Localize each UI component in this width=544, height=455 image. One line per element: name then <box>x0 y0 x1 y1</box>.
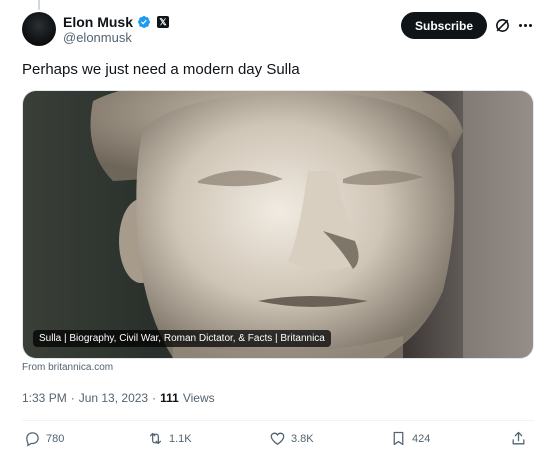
tweet-text: Perhaps we just need a modern day Sulla <box>22 61 300 78</box>
author-display-name[interactable]: Elon Musk <box>63 14 133 30</box>
x-affiliate-icon[interactable]: 𝕏 <box>157 16 170 28</box>
heart-icon <box>270 432 285 445</box>
tweet-time[interactable]: 1:33 PM <box>22 391 67 405</box>
like-count: 3.8K <box>291 432 314 445</box>
verified-badge-icon[interactable] <box>137 15 151 29</box>
meta-separator: · <box>70 391 75 405</box>
share-icon <box>512 431 525 445</box>
repost-count: 1.1K <box>169 432 192 445</box>
views-label: Views <box>182 391 215 405</box>
author-handle[interactable]: @elonmusk <box>63 30 132 45</box>
bookmark-icon <box>393 431 404 446</box>
bookmark-button[interactable]: 424 <box>390 430 430 447</box>
like-button[interactable]: 3.8K <box>269 430 314 447</box>
divider <box>22 420 534 421</box>
card-source-link[interactable]: From britannica.com <box>22 362 113 373</box>
reply-button[interactable]: 780 <box>24 430 64 447</box>
avatar[interactable] <box>22 12 56 46</box>
grok-icon[interactable] <box>494 17 511 34</box>
reply-icon <box>26 432 39 447</box>
card-caption: Sulla | Biography, Civil War, Roman Dict… <box>33 330 331 347</box>
views-count: 111 <box>160 391 179 405</box>
author-name-row: Elon Musk 𝕏 <box>63 13 170 31</box>
link-preview-card[interactable]: Sulla | Biography, Civil War, Roman Dict… <box>22 90 534 359</box>
more-icon[interactable] <box>516 16 534 34</box>
subscribe-button[interactable]: Subscribe <box>401 12 487 39</box>
repost-button[interactable]: 1.1K <box>147 430 192 447</box>
meta-separator: · <box>152 391 157 405</box>
share-button[interactable] <box>510 430 527 447</box>
tweet-meta: 1:33 PM · Jun 13, 2023 · 111 Views <box>22 391 215 405</box>
tweet-date[interactable]: Jun 13, 2023 <box>79 391 148 405</box>
repost-icon <box>149 432 162 445</box>
bookmark-count: 424 <box>412 432 431 445</box>
reply-count: 780 <box>46 432 65 445</box>
sulla-bust-image <box>23 91 533 358</box>
action-bar: 780 1.1K 3.8K 424 <box>0 430 544 450</box>
thread-connector-line <box>38 0 40 10</box>
